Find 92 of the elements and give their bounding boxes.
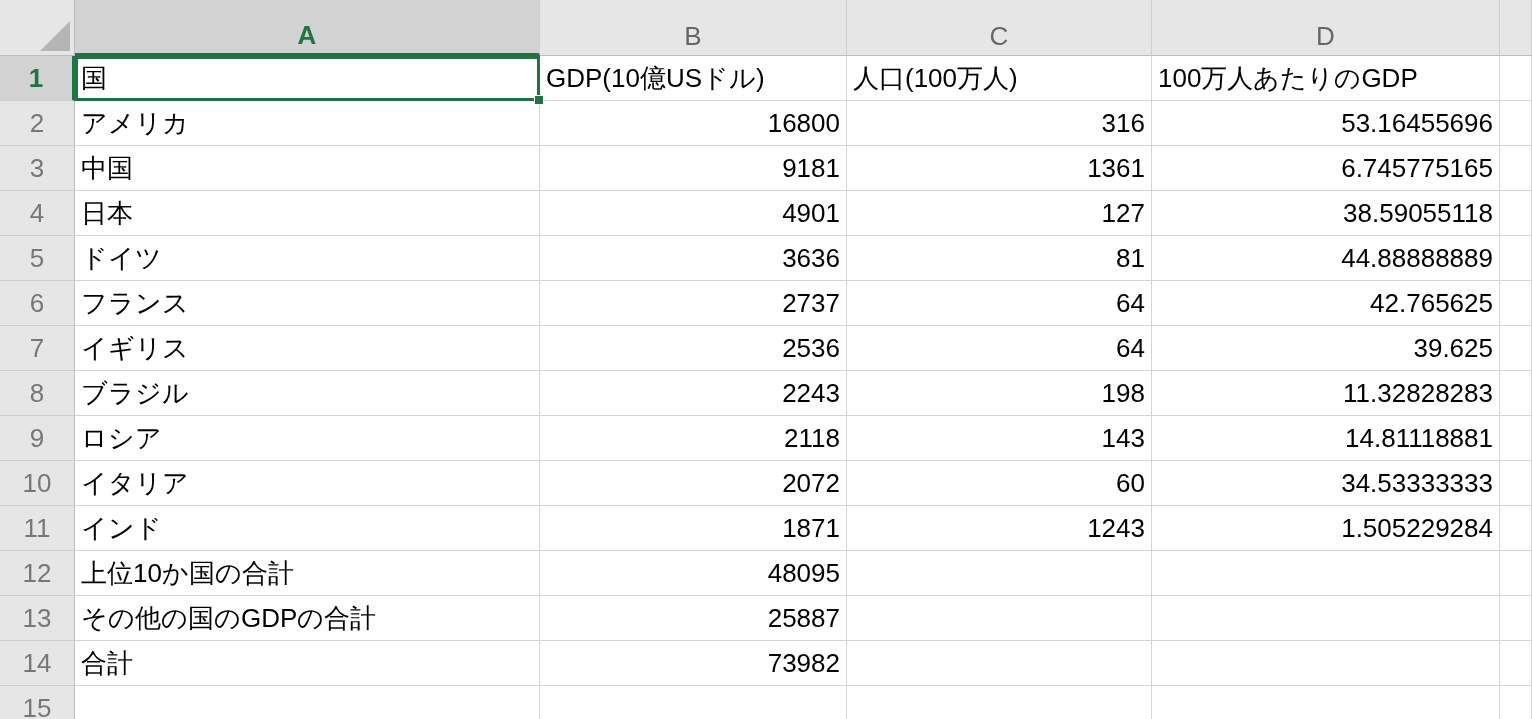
column-header[interactable] bbox=[1500, 0, 1532, 56]
table-cell[interactable]: 6.745775165 bbox=[1152, 146, 1500, 191]
column-header[interactable]: A bbox=[75, 0, 540, 56]
table-cell[interactable]: 38.59055118 bbox=[1152, 191, 1500, 236]
table-cell[interactable] bbox=[1152, 596, 1500, 641]
table-cell[interactable] bbox=[1500, 56, 1532, 101]
table-cell[interactable]: 42.765625 bbox=[1152, 281, 1500, 326]
table-cell[interactable]: 日本 bbox=[75, 191, 540, 236]
table-cell[interactable]: 143 bbox=[847, 416, 1152, 461]
table-cell[interactable]: GDP(10億USドル) bbox=[540, 56, 847, 101]
table-cell[interactable]: 2536 bbox=[540, 326, 847, 371]
row-header[interactable]: 15 bbox=[0, 686, 75, 719]
table-cell[interactable]: アメリカ bbox=[75, 101, 540, 146]
table-cell[interactable] bbox=[1500, 281, 1532, 326]
table-cell[interactable] bbox=[1500, 371, 1532, 416]
table-cell[interactable]: 34.53333333 bbox=[1152, 461, 1500, 506]
table-cell[interactable]: 127 bbox=[847, 191, 1152, 236]
table-cell[interactable]: 9181 bbox=[540, 146, 847, 191]
column-header[interactable]: D bbox=[1152, 0, 1500, 56]
row-header[interactable]: 12 bbox=[0, 551, 75, 596]
table-cell[interactable]: ドイツ bbox=[75, 236, 540, 281]
row-header[interactable]: 9 bbox=[0, 416, 75, 461]
table-cell[interactable]: イタリア bbox=[75, 461, 540, 506]
table-cell[interactable] bbox=[1500, 596, 1532, 641]
table-cell[interactable] bbox=[1500, 551, 1532, 596]
table-cell[interactable] bbox=[1500, 326, 1532, 371]
row-header[interactable]: 10 bbox=[0, 461, 75, 506]
row-header[interactable]: 4 bbox=[0, 191, 75, 236]
table-cell[interactable]: 2072 bbox=[540, 461, 847, 506]
table-cell[interactable]: 198 bbox=[847, 371, 1152, 416]
table-cell[interactable] bbox=[1500, 146, 1532, 191]
table-cell[interactable] bbox=[1500, 506, 1532, 551]
table-cell[interactable]: 国 bbox=[75, 56, 540, 101]
row-header[interactable]: 13 bbox=[0, 596, 75, 641]
table-cell[interactable] bbox=[1500, 101, 1532, 146]
table-cell[interactable]: 1361 bbox=[847, 146, 1152, 191]
table-cell[interactable]: 25887 bbox=[540, 596, 847, 641]
row-header[interactable]: 7 bbox=[0, 326, 75, 371]
table-cell[interactable]: 1.505229284 bbox=[1152, 506, 1500, 551]
table-cell[interactable]: 64 bbox=[847, 281, 1152, 326]
table-cell[interactable]: 100万人あたりのGDP bbox=[1152, 56, 1500, 101]
table-cell[interactable]: 64 bbox=[847, 326, 1152, 371]
table-cell[interactable] bbox=[1500, 461, 1532, 506]
table-cell[interactable]: 73982 bbox=[540, 641, 847, 686]
table-cell[interactable] bbox=[1500, 416, 1532, 461]
table-cell[interactable]: 合計 bbox=[75, 641, 540, 686]
table-cell[interactable] bbox=[1500, 236, 1532, 281]
table-cell[interactable]: その他の国のGDPの合計 bbox=[75, 596, 540, 641]
table-cell[interactable]: 16800 bbox=[540, 101, 847, 146]
table-cell[interactable]: 14.81118881 bbox=[1152, 416, 1500, 461]
column-header[interactable]: C bbox=[847, 0, 1152, 56]
table-cell[interactable] bbox=[847, 596, 1152, 641]
select-all-icon[interactable] bbox=[40, 21, 70, 51]
row-header[interactable]: 1 bbox=[0, 56, 75, 101]
table-cell[interactable]: 中国 bbox=[75, 146, 540, 191]
row-header[interactable]: 5 bbox=[0, 236, 75, 281]
table-cell[interactable]: 4901 bbox=[540, 191, 847, 236]
row-header[interactable]: 14 bbox=[0, 641, 75, 686]
table-cell[interactable]: 11.32828283 bbox=[1152, 371, 1500, 416]
table-cell[interactable]: 上位10か国の合計 bbox=[75, 551, 540, 596]
table-cell[interactable] bbox=[1152, 641, 1500, 686]
table-cell[interactable]: 316 bbox=[847, 101, 1152, 146]
table-cell[interactable]: 48095 bbox=[540, 551, 847, 596]
table-cell[interactable]: インド bbox=[75, 506, 540, 551]
table-cell[interactable]: 2243 bbox=[540, 371, 847, 416]
table-cell[interactable]: 2737 bbox=[540, 281, 847, 326]
table-cell[interactable] bbox=[1500, 641, 1532, 686]
table-cell[interactable]: 3636 bbox=[540, 236, 847, 281]
table-cell[interactable]: フランス bbox=[75, 281, 540, 326]
table-cell[interactable]: 2118 bbox=[540, 416, 847, 461]
table-cell[interactable]: ロシア bbox=[75, 416, 540, 461]
table-cell[interactable]: 39.625 bbox=[1152, 326, 1500, 371]
row-header[interactable]: 11 bbox=[0, 506, 75, 551]
table-cell[interactable]: 1871 bbox=[540, 506, 847, 551]
row-header[interactable]: 8 bbox=[0, 371, 75, 416]
table-cell[interactable]: イギリス bbox=[75, 326, 540, 371]
table-cell[interactable]: 44.88888889 bbox=[1152, 236, 1500, 281]
table-cell[interactable]: 53.16455696 bbox=[1152, 101, 1500, 146]
table-cell[interactable]: 81 bbox=[847, 236, 1152, 281]
table-cell[interactable] bbox=[1152, 551, 1500, 596]
table-cell[interactable] bbox=[847, 551, 1152, 596]
table-cell[interactable]: 人口(100万人) bbox=[847, 56, 1152, 101]
fill-handle[interactable] bbox=[534, 95, 544, 105]
column-header[interactable]: B bbox=[540, 0, 847, 56]
row-header[interactable]: 3 bbox=[0, 146, 75, 191]
table-cell[interactable] bbox=[1500, 191, 1532, 236]
table-cell[interactable]: 1243 bbox=[847, 506, 1152, 551]
table-cell[interactable] bbox=[847, 641, 1152, 686]
row-header[interactable]: 2 bbox=[0, 101, 75, 146]
table-cell[interactable]: ブラジル bbox=[75, 371, 540, 416]
row-header[interactable]: 6 bbox=[0, 281, 75, 326]
table-cell[interactable]: 60 bbox=[847, 461, 1152, 506]
